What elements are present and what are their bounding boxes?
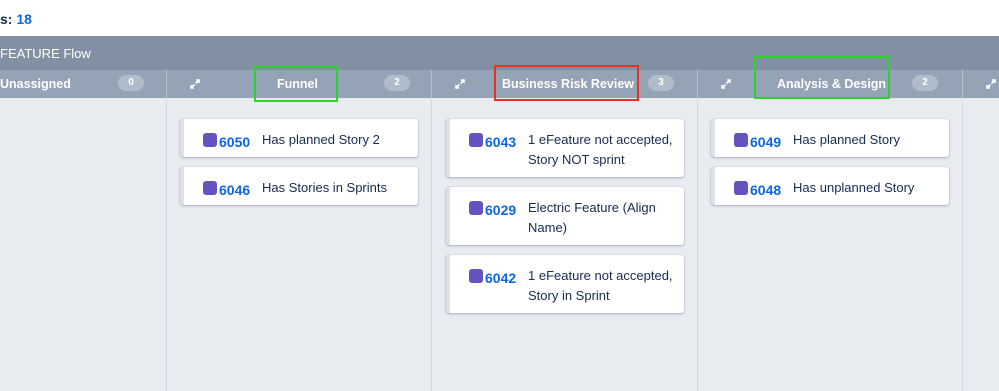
feature-lightning-icon: [203, 181, 217, 195]
column-title: Funnel: [277, 77, 318, 91]
issue-card[interactable]: 6043 1 eFeature not accepted, Story NOT …: [446, 119, 684, 177]
flow-title: FEATURE Flow: [0, 46, 91, 61]
issue-summary: Has unplanned Story: [793, 180, 915, 195]
issue-summary: Has planned Story 2: [262, 132, 380, 147]
issue-summary: Has Stories in Sprints: [262, 180, 387, 195]
issue-key[interactable]: 6048: [750, 182, 781, 198]
collapse-arrows-icon[interactable]: [454, 78, 466, 90]
column-header-business-risk-review[interactable]: Business Risk Review 3: [432, 70, 697, 98]
issue-key[interactable]: 6046: [219, 182, 250, 198]
feature-lightning-icon: [734, 133, 748, 147]
issue-key[interactable]: 6029: [485, 202, 516, 218]
issue-summary: Electric Feature (Align Name): [528, 200, 656, 235]
column-title: Business Risk Review: [502, 77, 635, 91]
issue-summary: Has planned Story: [793, 132, 900, 147]
column-header-unassigned[interactable]: Unassigned 0: [0, 70, 166, 98]
issue-card[interactable]: 6049 Has planned Story: [711, 119, 949, 157]
column-count-badge: 0: [118, 75, 144, 91]
issue-card[interactable]: 6048 Has unplanned Story: [711, 167, 949, 205]
issue-card[interactable]: 6050 Has planned Story 2: [180, 119, 418, 157]
column-count-badge: 2: [912, 75, 938, 91]
column-title: Analysis & Design: [777, 77, 887, 91]
feature-lightning-icon: [734, 181, 748, 195]
column-header-row: Unassigned 0 Funnel 2 Business Risk Revi…: [0, 70, 999, 98]
issue-card[interactable]: 6042 1 eFeature not accepted, Story in S…: [446, 255, 684, 313]
column-header-next[interactable]: [963, 70, 999, 98]
column-header-funnel[interactable]: Funnel 2: [167, 70, 431, 98]
issue-count: s: 18: [0, 11, 32, 27]
issue-summary: 1 eFeature not accepted, Story NOT sprin…: [528, 132, 673, 167]
issue-key[interactable]: 6050: [219, 134, 250, 150]
column-divider: [697, 98, 698, 391]
column-divider: [962, 98, 963, 391]
feature-lightning-icon: [203, 133, 217, 147]
issue-card[interactable]: 6046 Has Stories in Sprints: [180, 167, 418, 205]
issue-key[interactable]: 6043: [485, 134, 516, 150]
column-count-badge: 3: [648, 75, 674, 91]
issue-key[interactable]: 6042: [485, 270, 516, 286]
issue-key[interactable]: 6049: [750, 134, 781, 150]
feature-lightning-icon: [469, 133, 483, 147]
issue-summary: 1 eFeature not accepted, Story in Sprint: [528, 268, 673, 303]
column-header-analysis-design[interactable]: Analysis & Design 2: [698, 70, 962, 98]
board-top-bar: s: 18: [0, 0, 999, 36]
collapse-arrows-icon[interactable]: [189, 78, 201, 90]
issue-count-label: s:: [0, 11, 13, 27]
column-count-badge: 2: [384, 75, 410, 91]
issue-count-value: 18: [16, 11, 32, 27]
flow-header[interactable]: FEATURE Flow: [0, 36, 999, 70]
collapse-arrows-icon[interactable]: [720, 78, 732, 90]
collapse-arrows-icon[interactable]: [985, 78, 997, 90]
column-divider: [431, 98, 432, 391]
column-title: Unassigned: [0, 77, 71, 91]
issue-card[interactable]: 6029 Electric Feature (Align Name): [446, 187, 684, 245]
feature-lightning-icon: [469, 269, 483, 283]
feature-lightning-icon: [469, 201, 483, 215]
column-divider: [166, 98, 167, 391]
